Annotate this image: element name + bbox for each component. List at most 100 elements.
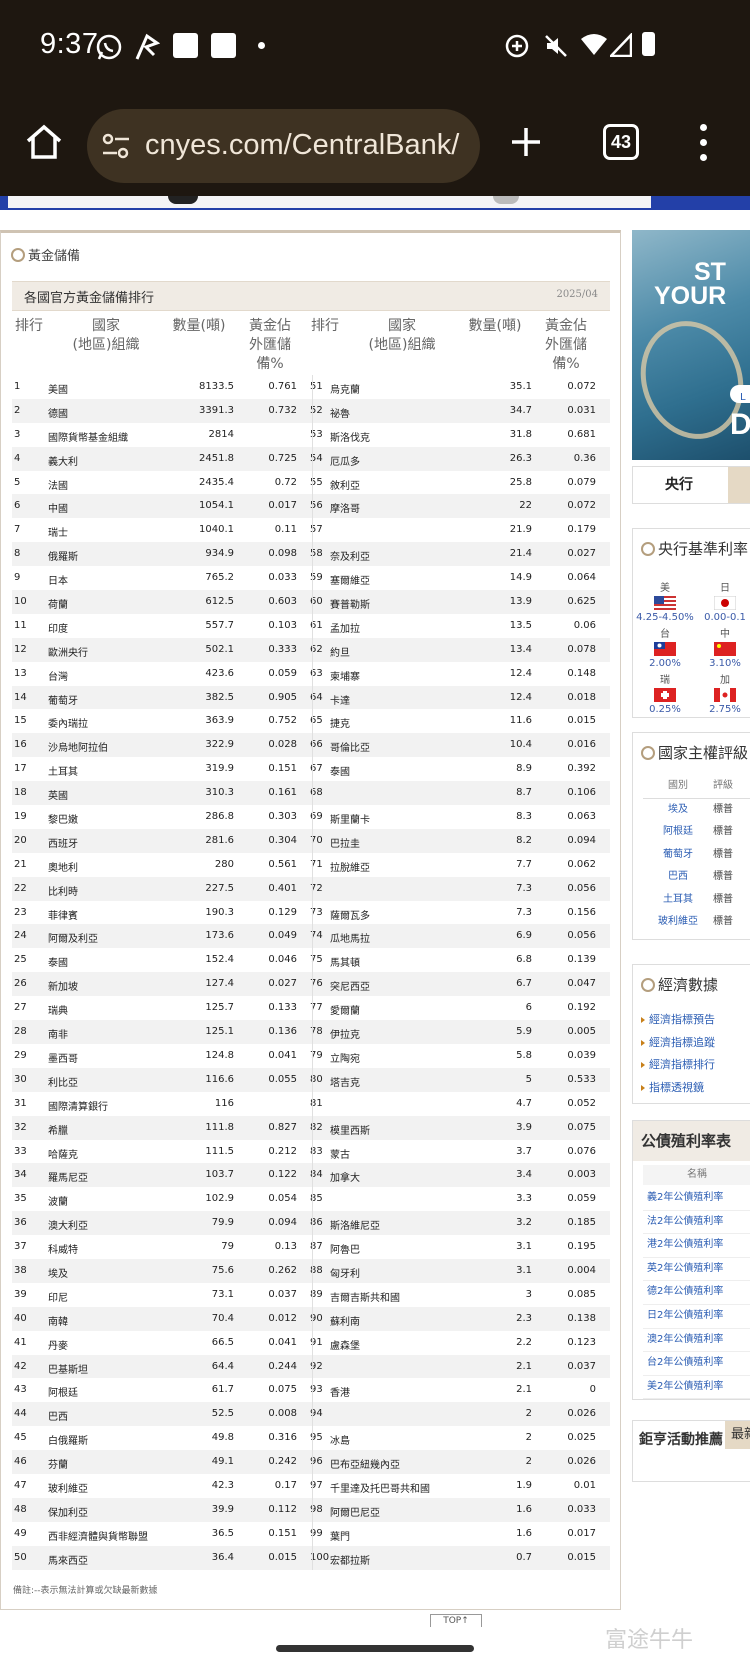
amount-cell: 1040.1 xyxy=(199,524,234,536)
banner-ad[interactable] xyxy=(0,196,750,212)
amount-cell: 3.3 xyxy=(516,1193,532,1205)
table-row: 43 阿根廷 61.7 0.075 93 香港 2.1 0 xyxy=(12,1378,610,1403)
header-country-2: 國家 (地區)組織 xyxy=(368,318,436,353)
rate-item[interactable]: 日 0.00-0.1 xyxy=(695,579,750,623)
notification-icon xyxy=(173,33,198,58)
data-saver-icon xyxy=(505,34,529,58)
pct-cell: 0.094 xyxy=(268,1217,297,1229)
table-row: 35 波蘭 102.9 0.054 85 3.3 0.059 xyxy=(12,1187,610,1212)
country-cell: 墨西哥 xyxy=(48,1053,78,1065)
home-icon[interactable] xyxy=(24,122,64,162)
pct-cell: 0.905 xyxy=(268,691,297,703)
country-cell: 斯里蘭卡 xyxy=(330,815,370,827)
country-cell: 冰島 xyxy=(330,1436,350,1448)
economic-data-box: 經濟數據 經濟指標預告 經濟指標追蹤 經濟指標排行 指標透視鏡 xyxy=(632,964,750,1104)
country-cell: 德國 xyxy=(48,408,68,420)
amount-cell: 49.1 xyxy=(211,1456,234,1468)
bond-link[interactable]: 德2年公債殖利率 xyxy=(643,1281,750,1305)
amount-cell: 152.4 xyxy=(205,954,234,966)
econ-link[interactable]: 指標透視鏡 xyxy=(633,1077,750,1100)
country-cell: 國際貨幣基金組織 xyxy=(48,432,128,444)
amount-cell: 2 xyxy=(525,1408,532,1420)
tab-central-bank[interactable]: 央行 xyxy=(633,467,725,503)
sidebar-ad[interactable]: ST YOUR L D xyxy=(632,230,750,460)
country-cell: 塔吉克 xyxy=(330,1077,360,1089)
table-row: 48 保加利亞 39.9 0.112 98 阿爾巴尼亞 1.6 0.033 xyxy=(12,1497,610,1522)
menu-icon[interactable] xyxy=(700,124,708,164)
amount-cell: 3 xyxy=(525,1288,532,1300)
amount-cell: 79 xyxy=(221,1241,234,1253)
sovereign-row[interactable]: 埃及 標普 xyxy=(643,799,750,822)
sovereign-country[interactable]: 葡萄牙 xyxy=(643,844,713,867)
sovereign-country[interactable]: 阿根廷 xyxy=(643,821,713,844)
country-cell: 瓜地馬拉 xyxy=(330,934,370,946)
sovereign-country[interactable]: 埃及 xyxy=(643,799,713,822)
pct-cell: 0.025 xyxy=(567,1432,596,1444)
gesture-bar[interactable] xyxy=(276,1645,474,1652)
rate-item[interactable]: 台 2.00% xyxy=(635,625,695,669)
bond-link[interactable]: 台2年公債殖利率 xyxy=(643,1352,750,1376)
pct-cell: 0.008 xyxy=(268,1408,297,1420)
rank-cell: 1 xyxy=(14,381,21,392)
site-settings-icon[interactable] xyxy=(101,133,131,159)
central-bank-rate-box: 央行基準利率 美 4.25-4.50% 日 0.00-0.1 台 2.00% 中 3.10% 瑞… xyxy=(632,528,750,718)
table-row: 11 印度 557.7 0.103 61 孟加拉 13.5 0.06 xyxy=(12,613,610,638)
country-cell: 匈牙利 xyxy=(330,1268,360,1280)
table-row: 2 德國 3391.3 0.732 52 祕魯 34.7 0.031 xyxy=(12,398,610,423)
sovereign-row[interactable]: 玻利維亞 標普 xyxy=(643,911,750,934)
econ-link[interactable]: 經濟指標排行 xyxy=(633,1054,750,1077)
bond-link[interactable]: 英2年公債殖利率 xyxy=(643,1258,750,1282)
sovereign-row[interactable]: 巴西 標普 xyxy=(643,866,750,889)
pct-cell: 0.01 xyxy=(573,1479,596,1491)
amount-cell: 3.2 xyxy=(516,1217,532,1229)
bond-link[interactable]: 美2年公債殖利率 xyxy=(643,1376,750,1399)
bond-link[interactable]: 日2年公債殖利率 xyxy=(643,1305,750,1329)
rate-item[interactable]: 加 2.75% xyxy=(695,671,750,715)
pct-cell: 0.012 xyxy=(268,1312,297,1324)
rank-cell: 43 xyxy=(14,1384,27,1396)
econ-link[interactable]: 經濟指標追蹤 xyxy=(633,1032,750,1055)
pct-cell: 0.027 xyxy=(268,978,297,990)
promo-tab[interactable]: 最新 xyxy=(725,1421,750,1449)
bond-link[interactable]: 港2年公債殖利率 xyxy=(643,1234,750,1258)
section-title: 黃金儲備 xyxy=(11,245,80,264)
amount-cell: 34.7 xyxy=(509,404,532,416)
table-date: 2025/04 xyxy=(556,289,598,300)
pct-cell: 0.242 xyxy=(268,1456,297,1468)
new-tab-icon[interactable] xyxy=(510,126,542,158)
sovereign-agency: 標普 xyxy=(713,826,733,837)
pct-cell: 0.725 xyxy=(268,452,297,464)
sovereign-row[interactable]: 阿根廷 標普 xyxy=(643,821,750,844)
address-bar[interactable]: cnyes.com/CentralBank/ xyxy=(87,109,480,183)
tab-next[interactable] xyxy=(728,467,750,503)
sovereign-country[interactable]: 土耳其 xyxy=(643,889,713,912)
rate-country: 加 xyxy=(720,675,730,686)
rate-item[interactable]: 瑞 0.25% xyxy=(635,671,695,715)
amount-cell: 7.3 xyxy=(516,882,532,894)
rank-cell: 17 xyxy=(14,763,27,775)
rate-item[interactable]: 中 3.10% xyxy=(695,625,750,669)
sovereign-row[interactable]: 土耳其 標普 xyxy=(643,889,750,912)
rate-value: 2.00% xyxy=(649,658,681,669)
sovereign-row[interactable]: 葡萄牙 標普 xyxy=(643,844,750,867)
back-to-top-button[interactable]: TOP↑ xyxy=(430,1614,482,1627)
bond-link[interactable]: 法2年公債殖利率 xyxy=(643,1211,750,1235)
rate-item[interactable]: 美 4.25-4.50% xyxy=(635,579,695,623)
tab-switcher-button[interactable]: 43 xyxy=(603,124,639,160)
sovereign-country[interactable]: 巴西 xyxy=(643,866,713,889)
wifi-icon xyxy=(581,34,607,55)
table-row: 32 希臘 111.8 0.827 82 模里西斯 3.9 0.075 xyxy=(12,1115,610,1140)
econ-link[interactable]: 經濟指標預告 xyxy=(633,1009,750,1032)
pct-cell: 0.016 xyxy=(567,739,596,751)
pct-cell: 0.026 xyxy=(567,1456,596,1468)
table-row: 29 墨西哥 124.8 0.041 79 立陶宛 5.8 0.039 xyxy=(12,1043,610,1068)
sovereign-country[interactable]: 玻利維亞 xyxy=(643,911,713,934)
url-text[interactable]: cnyes.com/CentralBank/ xyxy=(145,129,475,162)
bond-link[interactable]: 義2年公債殖利率 xyxy=(643,1187,750,1211)
rank-cell: 9 xyxy=(14,572,21,584)
rank-cell: 6 xyxy=(14,500,21,512)
bond-link[interactable]: 澳2年公債殖利率 xyxy=(643,1329,750,1353)
table-row: 5 法國 2435.4 0.72 55 敘利亞 25.8 0.079 xyxy=(12,470,610,495)
taiwan-flag-icon xyxy=(654,642,676,656)
table-row: 24 阿爾及利亞 173.6 0.049 74 瓜地馬拉 6.9 0.056 xyxy=(12,924,610,949)
